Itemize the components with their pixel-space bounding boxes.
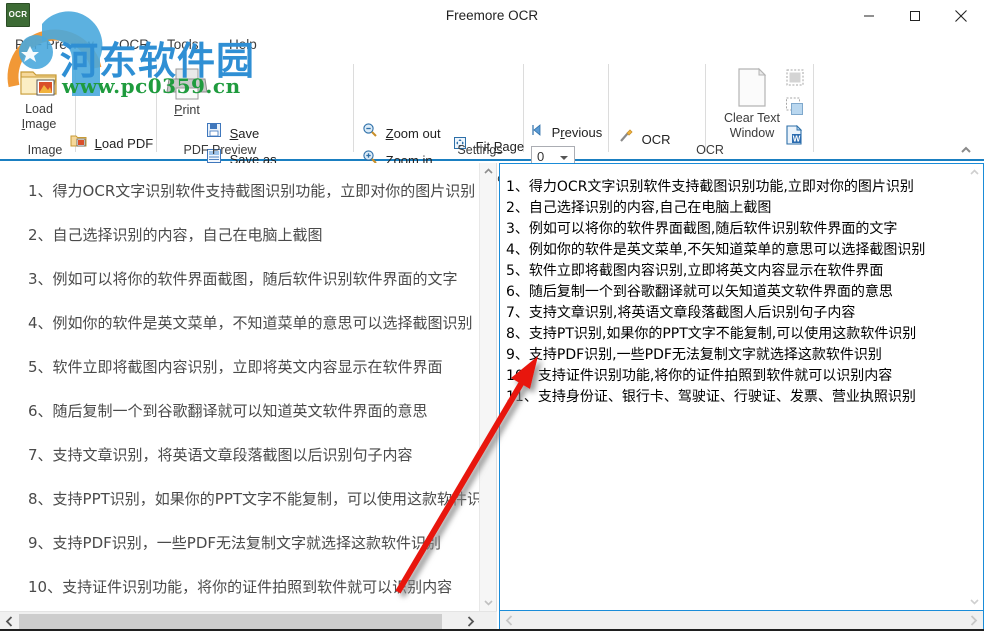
ocr-text-line: 10、支持证件识别功能,将你的证件拍照到软件就可以识别内容 <box>506 368 893 384</box>
menu-item-ocr[interactable]: OCR <box>112 32 156 58</box>
scroll-down-button[interactable] <box>480 594 496 611</box>
print-label: Print <box>174 103 200 117</box>
document-vertical-scrollbar[interactable] <box>479 163 496 611</box>
clear-text-window-button[interactable]: Clear Text Window <box>712 66 792 141</box>
group-label-pdf-preview: PDF Preview <box>183 143 257 157</box>
ribbon-separator <box>353 64 354 152</box>
ocr-text-line: 9、支持PDF识别,一些PDF无法复制文字就选择这款软件识别 <box>506 347 882 363</box>
ribbon-separator <box>705 64 706 152</box>
ocr-vertical-scrollbar[interactable] <box>966 164 983 610</box>
ribbon-separator <box>813 64 814 152</box>
svg-text:W: W <box>793 135 801 144</box>
document-line: 3、例如可以将你的软件界面截图，随后软件识别软件界面的文字 <box>28 270 458 288</box>
print-button[interactable]: Print <box>160 66 214 118</box>
scroll-down-button[interactable] <box>966 593 983 610</box>
chevron-down-icon <box>560 156 568 160</box>
export-word-icon: W <box>786 124 803 145</box>
minimize-icon <box>864 15 874 17</box>
ocr-text-panel[interactable]: 1、得力OCR文字识别软件支持截图识别功能,立即对你的图片识别 2、自己选择识别… <box>499 163 984 611</box>
ocr-text-line: 5、软件立即将截图内容识别,立即将英文内容显示在软件界面 <box>506 263 884 279</box>
chevron-down-icon <box>484 600 493 606</box>
printer-icon <box>166 68 208 100</box>
ribbon-toolbar: Load Image Image Load PDF Print Save Sav… <box>0 58 984 194</box>
clear-text-window-line2: Window <box>729 126 775 140</box>
chevron-down-icon <box>970 599 979 605</box>
ocr-horizontal-scrollbar[interactable] <box>499 611 984 631</box>
ocr-text-line: 3、例如可以将你的软件界面截图,随后软件识别软件界面的文字 <box>506 221 898 237</box>
chevron-right-icon <box>970 615 978 626</box>
document-line: 2、自己选择识别的内容，自己在电脑上截图 <box>28 226 323 244</box>
document-preview-panel[interactable]: 1、得力OCR文字识别软件支持截图识别功能，立即对你的图片识别 2、自己选择识别… <box>0 163 497 611</box>
ocr-text-line: 4、例如你的软件是英文菜单,不矢知道菜单的意思可以选择截图识别 <box>506 242 926 258</box>
collapse-ribbon-chevron-button[interactable] <box>958 143 974 155</box>
ocr-text-line: 8、支持PT识别,如果你的PPT文字不能复制,可以使用这款软件识别 <box>506 326 917 342</box>
zoom-out-label: Zoom out <box>385 125 441 141</box>
select-all-icon-button[interactable] <box>784 68 806 88</box>
ocr-text-line: 11、支持身份证、银行卡、驾驶证、行驶证、发票、营业执照识别 <box>506 389 916 405</box>
chevron-up-icon <box>484 168 493 174</box>
maximize-button[interactable] <box>892 0 938 32</box>
menu-item-pdf-preview[interactable]: PDF Preview <box>8 32 101 58</box>
load-image-button[interactable]: Load Image <box>8 64 70 132</box>
previous-triangle-icon <box>530 122 544 144</box>
folder-image-icon <box>20 71 57 96</box>
chevron-left-icon <box>505 615 513 626</box>
document-line: 8、支持PPT识别，如果你的PPT文字不能复制，可以使用这款软件识别 <box>28 490 497 508</box>
save-icon <box>206 122 222 145</box>
save-label: Save <box>229 125 260 141</box>
blank-page-icon <box>738 67 767 107</box>
group-label-image: Image <box>27 143 63 157</box>
title-bar: OCR Freemore OCR <box>0 0 984 32</box>
load-pdf-icon <box>70 133 87 155</box>
close-icon <box>955 10 967 22</box>
load-image-label-line2: Image <box>21 117 57 131</box>
document-line: 6、随后复制一个到谷歌翻译就可以知道英文软件界面的意思 <box>28 402 428 420</box>
ribbon-separator <box>156 64 157 152</box>
horizontal-scroll-thumb[interactable] <box>19 614 442 629</box>
scroll-up-button[interactable] <box>480 163 496 180</box>
document-line: 4、例如你的软件是英文菜单，不知道菜单的意思可以选择截图识别 <box>28 314 473 332</box>
menu-item-tools[interactable]: Tools <box>160 32 206 58</box>
menu-bar: PDF Preview OCR Tools Help <box>0 32 984 58</box>
minimize-button[interactable] <box>846 0 892 32</box>
scroll-up-button[interactable] <box>966 164 983 181</box>
document-line: 1、得力OCR文字识别软件支持截图识别功能，立即对你的图片识别 <box>28 182 476 200</box>
export-word-icon-button[interactable]: W <box>784 124 806 146</box>
scroll-right-button[interactable] <box>964 611 983 630</box>
document-horizontal-scrollbar[interactable] <box>0 611 497 631</box>
previous-page-button[interactable]: Previous <box>530 121 602 143</box>
scroll-left-button[interactable] <box>500 611 519 630</box>
load-pdf-label: Load PDF <box>94 135 154 151</box>
ocr-text-line: 2、自己选择识别的内容,自己在电脑上截图 <box>506 200 772 216</box>
document-line: 7、支持文章识别，将英语文章段落截图以后识别句子内容 <box>28 446 413 464</box>
save-button[interactable]: Save <box>206 122 259 144</box>
load-image-label-line1: Load <box>25 102 53 116</box>
ocr-wand-icon <box>618 128 634 151</box>
document-line: 5、软件立即将截图内容识别，立即将英文内容显示在软件界面 <box>28 358 443 376</box>
zoom-out-button[interactable]: Zoom out <box>362 122 441 144</box>
group-label-ocr: OCR <box>696 143 724 157</box>
ocr-text-line: 6、随后复制一个到谷歌翻译就可以矢知道英文软件界面的意思 <box>506 284 893 300</box>
ribbon-separator <box>608 64 609 152</box>
select-all-icon <box>786 69 804 86</box>
copy-icon-button[interactable] <box>784 96 806 118</box>
window-title: Freemore OCR <box>445 8 539 23</box>
chevron-up-icon <box>961 146 971 153</box>
copy-icon <box>786 97 803 115</box>
document-line: 10、支持证件识别功能，将你的证件拍照到软件就可以识别内容 <box>28 578 453 596</box>
previous-page-label: Previous <box>551 124 603 140</box>
zoom-out-icon <box>362 122 378 145</box>
ocr-text-line: 7、支持文章识别,将英语文章段落截图人后识别句子内容 <box>506 305 856 321</box>
ocr-text-line: 1、得力OCR文字识别软件支持截图识别功能,立即对你的图片识别 <box>506 179 914 195</box>
maximize-icon <box>910 11 920 21</box>
load-pdf-button[interactable]: Load PDF <box>70 132 153 154</box>
freemore-ocr-window: OCR Freemore OCR PDF Preview OCR Tools H… <box>0 0 984 631</box>
clear-text-window-line1: Clear Text <box>723 111 781 125</box>
close-button[interactable] <box>938 0 984 32</box>
document-line: 9、支持PDF识别，一些PDF无法复制文字就选择这款软件识别 <box>28 534 441 552</box>
chevron-up-icon <box>970 169 979 175</box>
group-label-settings: Settings <box>457 143 503 157</box>
menu-item-help[interactable]: Help <box>222 32 264 58</box>
